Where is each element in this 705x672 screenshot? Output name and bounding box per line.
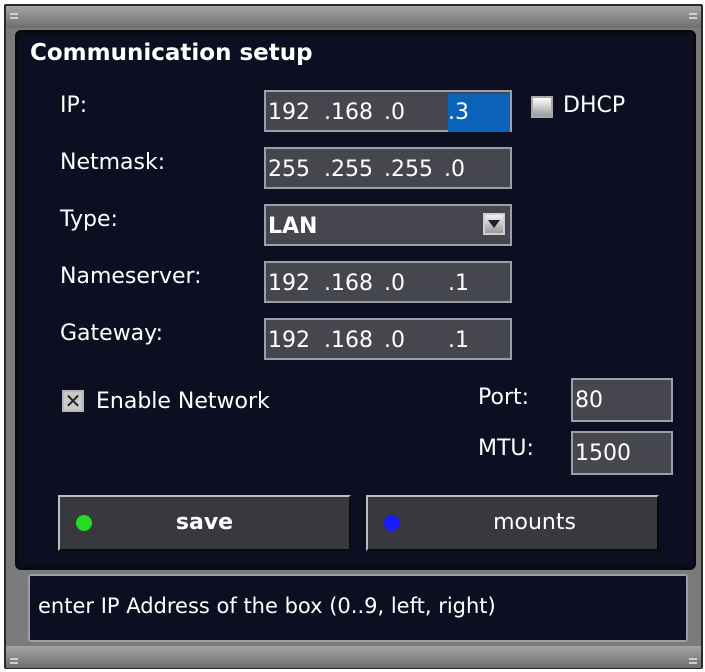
nameserver-octet-3: .0 — [384, 271, 405, 296]
netmask-octet-4: .0 — [444, 157, 465, 182]
top-drag-bar[interactable] — [6, 6, 701, 28]
netmask-label: Netmask: — [60, 150, 166, 175]
gateway-octet-2: .168 — [324, 328, 373, 353]
mounts-button-label: mounts — [493, 510, 576, 535]
nameserver-octet-4: .1 — [448, 271, 469, 296]
drag-handle-right-icon — [689, 658, 697, 664]
port-label: Port: — [478, 385, 530, 410]
gateway-label: Gateway: — [60, 321, 163, 346]
ip-field[interactable]: 192 .168 .0 .3 — [264, 90, 512, 132]
nameserver-octet-1: 192 — [268, 271, 310, 296]
netmask-octet-3: .255 — [384, 157, 433, 182]
mtu-field[interactable]: 1500 — [571, 431, 673, 475]
type-selected-value: LAN — [268, 214, 318, 239]
status-help-text: enter IP Address of the box (0..9, left,… — [38, 594, 496, 618]
mounts-button[interactable]: mounts — [366, 495, 659, 551]
ip-octet-1: 192 — [268, 100, 310, 125]
ip-octet-4-selected: .3 — [448, 94, 510, 132]
ip-octet-2: .168 — [324, 100, 373, 125]
netmask-field[interactable]: 255 .255 .255 .0 — [264, 147, 512, 189]
status-help-bar: enter IP Address of the box (0..9, left,… — [28, 574, 688, 642]
drag-handle-left-icon — [10, 13, 18, 19]
gateway-octet-1: 192 — [268, 328, 310, 353]
enable-network-label: Enable Network — [96, 389, 270, 414]
gateway-field[interactable]: 192 .168 .0 .1 — [264, 318, 512, 360]
ip-label: IP: — [60, 93, 88, 118]
blue-dot-icon — [384, 515, 400, 531]
nameserver-octet-2: .168 — [324, 271, 373, 296]
chevron-down-icon[interactable] — [483, 213, 505, 235]
netmask-octet-2: .255 — [324, 157, 373, 182]
type-dropdown[interactable]: LAN — [264, 204, 512, 246]
drag-handle-left-icon — [10, 658, 18, 664]
port-value: 80 — [575, 388, 603, 413]
port-field[interactable]: 80 — [571, 378, 673, 422]
panel-title: Communication setup — [30, 40, 313, 66]
bottom-drag-bar[interactable] — [6, 646, 701, 668]
drag-handle-right-icon — [689, 13, 697, 19]
netmask-octet-1: 255 — [268, 157, 310, 182]
dhcp-checkbox[interactable] — [531, 96, 553, 118]
gateway-octet-4: .1 — [448, 328, 469, 353]
nameserver-label: Nameserver: — [60, 264, 202, 289]
mtu-label: MTU: — [478, 436, 534, 461]
nameserver-field[interactable]: 192 .168 .0 .1 — [264, 261, 512, 303]
dhcp-label: DHCP — [563, 93, 626, 118]
save-button[interactable]: save — [58, 495, 351, 551]
save-button-label: save — [175, 510, 234, 535]
mtu-value: 1500 — [575, 441, 631, 466]
gateway-octet-3: .0 — [384, 328, 405, 353]
type-label: Type: — [60, 207, 118, 232]
enable-network-checkbox[interactable]: ✕ — [62, 390, 84, 412]
ip-octet-3: .0 — [384, 100, 405, 125]
